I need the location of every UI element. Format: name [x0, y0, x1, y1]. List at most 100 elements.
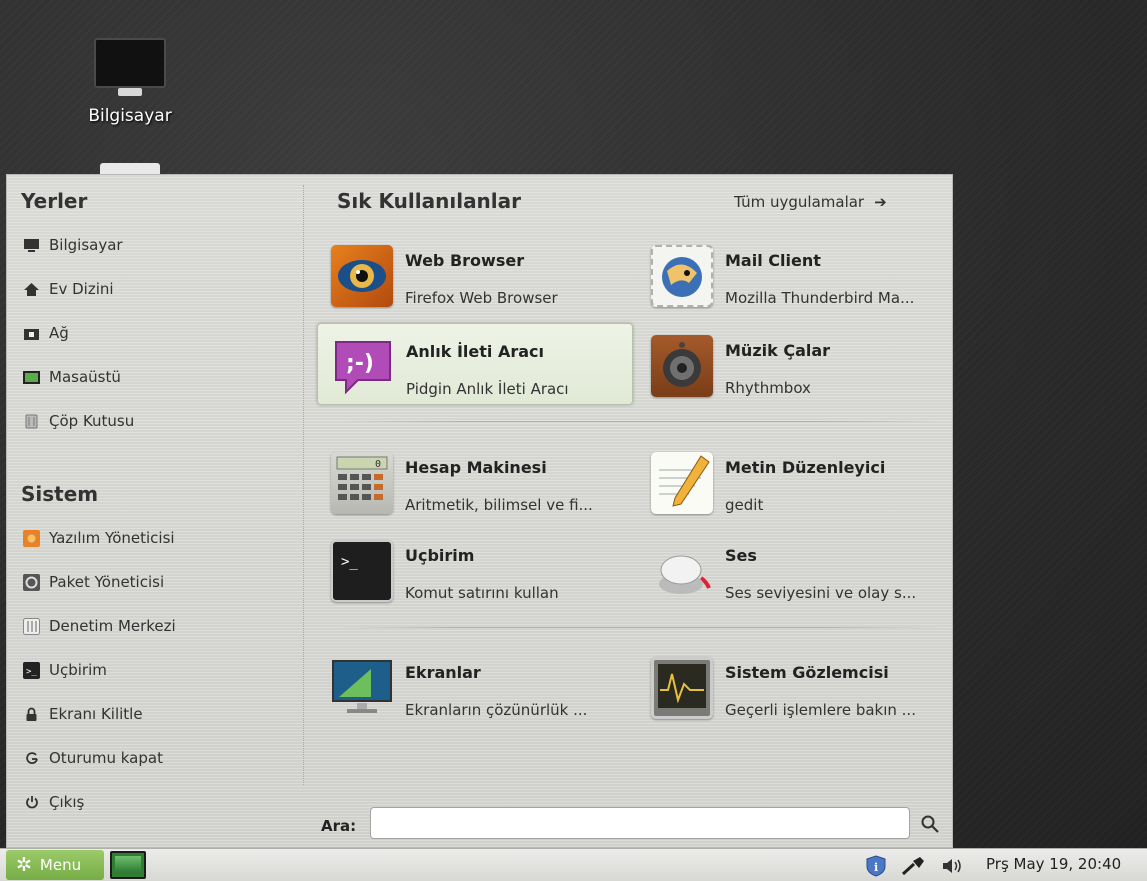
- places-item-label: Ağ: [49, 324, 69, 342]
- speaker-icon: [651, 335, 713, 397]
- app-calculator[interactable]: 0 Hesap Makinesi Aritmetik, bilimsel ve …: [317, 440, 633, 522]
- favorites-title: Sık Kullanılanlar: [337, 189, 522, 213]
- system-item-quit[interactable]: Çıkış: [23, 789, 84, 815]
- app-name: Anlık İleti Aracı: [406, 342, 544, 361]
- system-item-software-manager[interactable]: Yazılım Yöneticisi: [23, 525, 175, 551]
- places-title: Yerler: [21, 189, 88, 213]
- system-item-logout[interactable]: Oturumu kapat: [23, 745, 163, 771]
- search-button[interactable]: [917, 811, 943, 837]
- places-item-home[interactable]: Ev Dizini: [23, 276, 114, 302]
- system-item-label: Uçbirim: [49, 661, 107, 679]
- update-manager-tray[interactable]: i: [862, 853, 890, 879]
- monitor-icon: [94, 38, 166, 96]
- app-sound[interactable]: Ses Ses seviyesini ve olay s...: [637, 528, 953, 610]
- system-item-label: Ekranı Kilitle: [49, 705, 143, 723]
- system-item-control-center[interactable]: Denetim Merkezi: [23, 613, 176, 639]
- places-item-computer[interactable]: Bilgisayar: [23, 232, 123, 258]
- system-item-label: Paket Yöneticisi: [49, 573, 165, 591]
- app-name: Ses: [725, 546, 757, 565]
- svg-text:;-): ;-): [346, 351, 374, 376]
- gear-icon: ✲: [16, 854, 32, 876]
- display-icon: [331, 657, 393, 719]
- clock[interactable]: Prş May 19, 20:40: [986, 855, 1121, 873]
- all-applications-button[interactable]: Tüm uygulamalar ➔: [734, 193, 887, 211]
- app-description: Mozilla Thunderbird Ma...: [725, 289, 915, 307]
- lock-icon: [23, 706, 40, 723]
- system-item-label: Oturumu kapat: [49, 749, 163, 767]
- system-item-lock-screen[interactable]: Ekranı Kilitle: [23, 701, 143, 727]
- desktop-icon: [23, 369, 40, 386]
- app-name: Metin Düzenleyici: [725, 458, 886, 477]
- search-input[interactable]: [370, 807, 910, 839]
- logout-icon: [23, 750, 40, 767]
- system-item-package-manager[interactable]: Paket Yöneticisi: [23, 569, 164, 595]
- app-description: Rhythmbox: [725, 379, 811, 397]
- menu-sidebar: Yerler Bilgisayar Ev Dizini Ağ Masaüstü …: [7, 175, 303, 847]
- show-desktop-button[interactable]: [110, 851, 146, 879]
- svg-text:>_: >_: [341, 554, 358, 570]
- divider: [337, 421, 941, 422]
- pidgin-icon: ;-): [332, 336, 394, 398]
- app-description: Aritmetik, bilimsel ve fi...: [405, 496, 593, 514]
- arrow-right-icon: ➔: [874, 193, 887, 211]
- volume-tray[interactable]: [938, 853, 968, 879]
- places-item-label: Ev Dizini: [49, 280, 114, 298]
- system-item-label: Çıkış: [49, 793, 85, 811]
- control-center-icon: [23, 617, 40, 635]
- app-name: Web Browser: [405, 251, 525, 270]
- places-item-label: Bilgisayar: [49, 236, 123, 254]
- app-terminal[interactable]: >_ Uçbirim Komut satırını kullan: [317, 528, 633, 610]
- app-description: Ses seviyesini ve olay s...: [725, 584, 917, 602]
- app-name: Hesap Makinesi: [405, 458, 547, 477]
- application-menu: Yerler Bilgisayar Ev Dizini Ağ Masaüstü …: [6, 174, 953, 848]
- trash-icon: [23, 413, 40, 430]
- app-name: Müzik Çalar: [725, 341, 831, 360]
- system-item-label: Yazılım Yöneticisi: [49, 529, 175, 547]
- system-item-terminal[interactable]: >_ Uçbirim: [23, 657, 107, 683]
- app-description: Komut satırını kullan: [405, 584, 559, 602]
- computer-icon: [23, 237, 40, 254]
- network-icon: [23, 325, 40, 342]
- search-label: Ara:: [321, 817, 357, 835]
- places-item-network[interactable]: Ağ: [23, 320, 69, 346]
- system-monitor-icon: [651, 657, 713, 719]
- app-name: Sistem Gözlemcisi: [725, 663, 889, 682]
- app-web-browser[interactable]: Web Browser Firefox Web Browser: [317, 233, 633, 315]
- divider: [337, 627, 941, 628]
- software-manager-icon: [23, 529, 40, 547]
- all-applications-label: Tüm uygulamalar: [734, 193, 865, 211]
- app-name: Uçbirim: [405, 546, 475, 565]
- system-item-label: Denetim Merkezi: [49, 617, 176, 635]
- places-item-label: Masaüstü: [49, 368, 121, 386]
- app-description: Ekranların çözünürlük ...: [405, 701, 588, 719]
- app-music-player[interactable]: Müzik Çalar Rhythmbox: [637, 323, 953, 405]
- app-displays[interactable]: Ekranlar Ekranların çözünürlük ...: [317, 645, 633, 727]
- app-name: Ekranlar: [405, 663, 481, 682]
- power-icon: [23, 794, 40, 811]
- system-title: Sistem: [21, 482, 99, 506]
- app-name: Mail Client: [725, 251, 821, 270]
- volume-knob-icon: [651, 540, 713, 602]
- app-text-editor[interactable]: Metin Düzenleyici gedit: [637, 440, 953, 522]
- text-editor-icon: [651, 452, 713, 514]
- firefox-icon: [331, 245, 393, 307]
- app-description: Firefox Web Browser: [405, 289, 558, 307]
- places-item-desktop[interactable]: Masaüstü: [23, 364, 121, 390]
- app-description: gedit: [725, 496, 764, 514]
- volume-icon: [943, 859, 961, 873]
- app-instant-messenger[interactable]: ;-) Anlık İleti Aracı Pidgin Anlık İleti…: [317, 323, 633, 405]
- terminal-icon: >_: [23, 661, 40, 679]
- svg-text:i: i: [874, 861, 878, 874]
- app-mail-client[interactable]: Mail Client Mozilla Thunderbird Ma...: [637, 233, 953, 315]
- app-system-monitor[interactable]: Sistem Gözlemcisi Geçerli işlemlere bakı…: [637, 645, 953, 727]
- menu-button[interactable]: ✲ Menu: [6, 850, 104, 880]
- network-tray[interactable]: [898, 853, 928, 879]
- search-icon: [921, 815, 939, 833]
- places-item-trash[interactable]: Çöp Kutusu: [23, 408, 134, 434]
- desktop-computer-shortcut[interactable]: Bilgisayar: [80, 38, 180, 126]
- thunderbird-icon: [651, 245, 713, 307]
- svg-text:>_: >_: [26, 667, 37, 677]
- app-description: Pidgin Anlık İleti Aracı: [406, 380, 569, 398]
- shield-info-icon: i: [866, 855, 886, 877]
- app-description: Geçerli işlemlere bakın ...: [725, 701, 916, 719]
